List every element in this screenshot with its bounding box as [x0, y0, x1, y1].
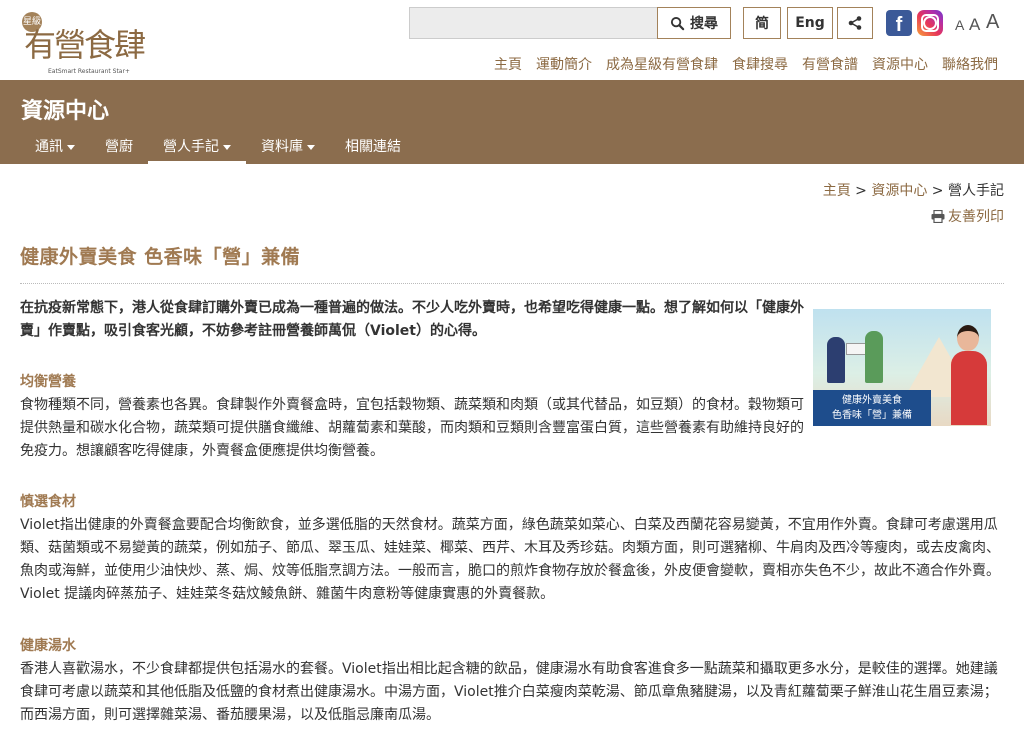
- search-button[interactable]: 搜尋: [657, 7, 731, 39]
- caret-down-icon: [67, 144, 75, 150]
- nav-item-contact[interactable]: 聯絡我們: [942, 54, 998, 74]
- lang-english-button[interactable]: Eng: [787, 7, 833, 39]
- sub-nav-newsletter[interactable]: 通訊: [20, 136, 90, 164]
- sub-nav-notes[interactable]: 營人手記: [148, 136, 246, 164]
- sub-nav-chef[interactable]: 營廚: [90, 136, 148, 164]
- search-icon: [670, 16, 685, 30]
- sub-nav-label: 資料庫: [261, 139, 303, 155]
- font-size-small-button[interactable]: A: [955, 17, 964, 33]
- nav-item-restaurant-search[interactable]: 食肆搜尋: [732, 54, 788, 74]
- sub-nav-database[interactable]: 資料庫: [246, 136, 330, 164]
- section-body: 香港人喜歡湯水，不少食肆都提供包括湯水的套餐。Violet指出相比起含糖的飲品，…: [20, 661, 998, 723]
- sub-nav: 通訊 營廚 營人手記 資料庫 相關連結: [20, 136, 416, 164]
- hero-caption: 健康外賣美食 色香味「營」兼備: [813, 390, 931, 426]
- nav-item-home[interactable]: 主頁: [494, 54, 522, 74]
- share-icon: [848, 16, 862, 30]
- search-input[interactable]: [409, 7, 658, 39]
- article-hero-image: 健康外賣美食 色香味「營」兼備: [813, 309, 991, 426]
- logo-subtitle: EatSmart Restaurant Star+: [48, 68, 130, 75]
- site-logo[interactable]: 星級 有營食肆 EatSmart Restaurant Star+: [20, 8, 146, 76]
- dietitian-body: [951, 351, 987, 425]
- article-intro: 在抗疫新常態下，港人從食肆訂購外賣已成為一種普遍的做法。不少人吃外賣時，也希望吃…: [20, 300, 804, 339]
- article-title: 健康外賣美食 色香味「營」兼備: [20, 246, 301, 268]
- instagram-icon[interactable]: [917, 10, 943, 36]
- dietitian-photo: [949, 325, 989, 425]
- main-nav: 主頁 運動簡介 成為星級有營食肆 食肆搜尋 有營食譜 資源中心 聯絡我們: [480, 54, 998, 74]
- sub-nav-label: 營廚: [105, 139, 133, 155]
- print-label: 友善列印: [948, 209, 1004, 225]
- breadcrumb: 主頁 > 資源中心 > 營人手記: [823, 180, 1004, 200]
- lang-simplified-button[interactable]: 简: [743, 7, 781, 39]
- site-header: 星級 有營食肆 EatSmart Restaurant Star+ 搜尋 简 E…: [0, 0, 1024, 80]
- sub-nav-label: 通訊: [35, 139, 63, 155]
- print-button[interactable]: 友善列印: [931, 206, 1004, 226]
- caret-down-icon: [307, 144, 315, 150]
- nav-item-resources[interactable]: 資源中心: [872, 54, 928, 74]
- caret-down-icon: [223, 144, 231, 150]
- breadcrumb-current: 營人手記: [948, 183, 1004, 199]
- section-body: Violet指出健康的外賣餐盒要配合均衡飲食，並多選低脂的天然食材。蔬菜方面，綠…: [20, 517, 1000, 602]
- nav-item-become-star[interactable]: 成為星級有營食肆: [606, 54, 718, 74]
- breadcrumb-separator: >: [850, 183, 872, 199]
- illustration-customer: [865, 331, 883, 383]
- hero-caption-line: 色香味「營」兼備: [832, 410, 912, 421]
- font-size-medium-button[interactable]: A: [969, 15, 980, 35]
- section-body: 食物種類不同，營養素也各異。食肆製作外賣餐盒時，宜包括穀物類、蔬菜類和肉類（或其…: [20, 397, 804, 459]
- sub-nav-links[interactable]: 相關連結: [330, 136, 416, 164]
- breadcrumb-separator: >: [927, 183, 948, 199]
- page-title: 資源中心: [21, 99, 110, 124]
- nav-item-recipes[interactable]: 有營食譜: [802, 54, 858, 74]
- share-button[interactable]: [837, 7, 873, 39]
- logo-text: 有營食肆: [24, 26, 146, 64]
- sub-nav-label: 相關連結: [345, 139, 401, 155]
- illustration-food-box: [846, 343, 866, 355]
- sub-nav-label: 營人手記: [163, 139, 219, 155]
- hero-caption-line: 健康外賣美食: [842, 395, 902, 406]
- nav-item-about[interactable]: 運動簡介: [536, 54, 592, 74]
- section-heading: 均衡營養: [20, 374, 76, 390]
- font-size-large-button[interactable]: A: [986, 11, 999, 34]
- printer-icon: [931, 209, 945, 223]
- search-button-label: 搜尋: [690, 16, 718, 32]
- dietitian-head: [957, 325, 979, 351]
- breadcrumb-home[interactable]: 主頁: [823, 183, 851, 199]
- section-banner: 資源中心 通訊 營廚 營人手記 資料庫 相關連結: [0, 80, 1024, 164]
- divider: [20, 283, 1004, 284]
- facebook-icon[interactable]: f: [886, 10, 912, 36]
- illustration-delivery-person: [827, 337, 845, 383]
- breadcrumb-section[interactable]: 資源中心: [871, 183, 927, 199]
- section-heading: 健康湯水: [20, 638, 76, 654]
- section-heading: 慎選食材: [20, 494, 76, 510]
